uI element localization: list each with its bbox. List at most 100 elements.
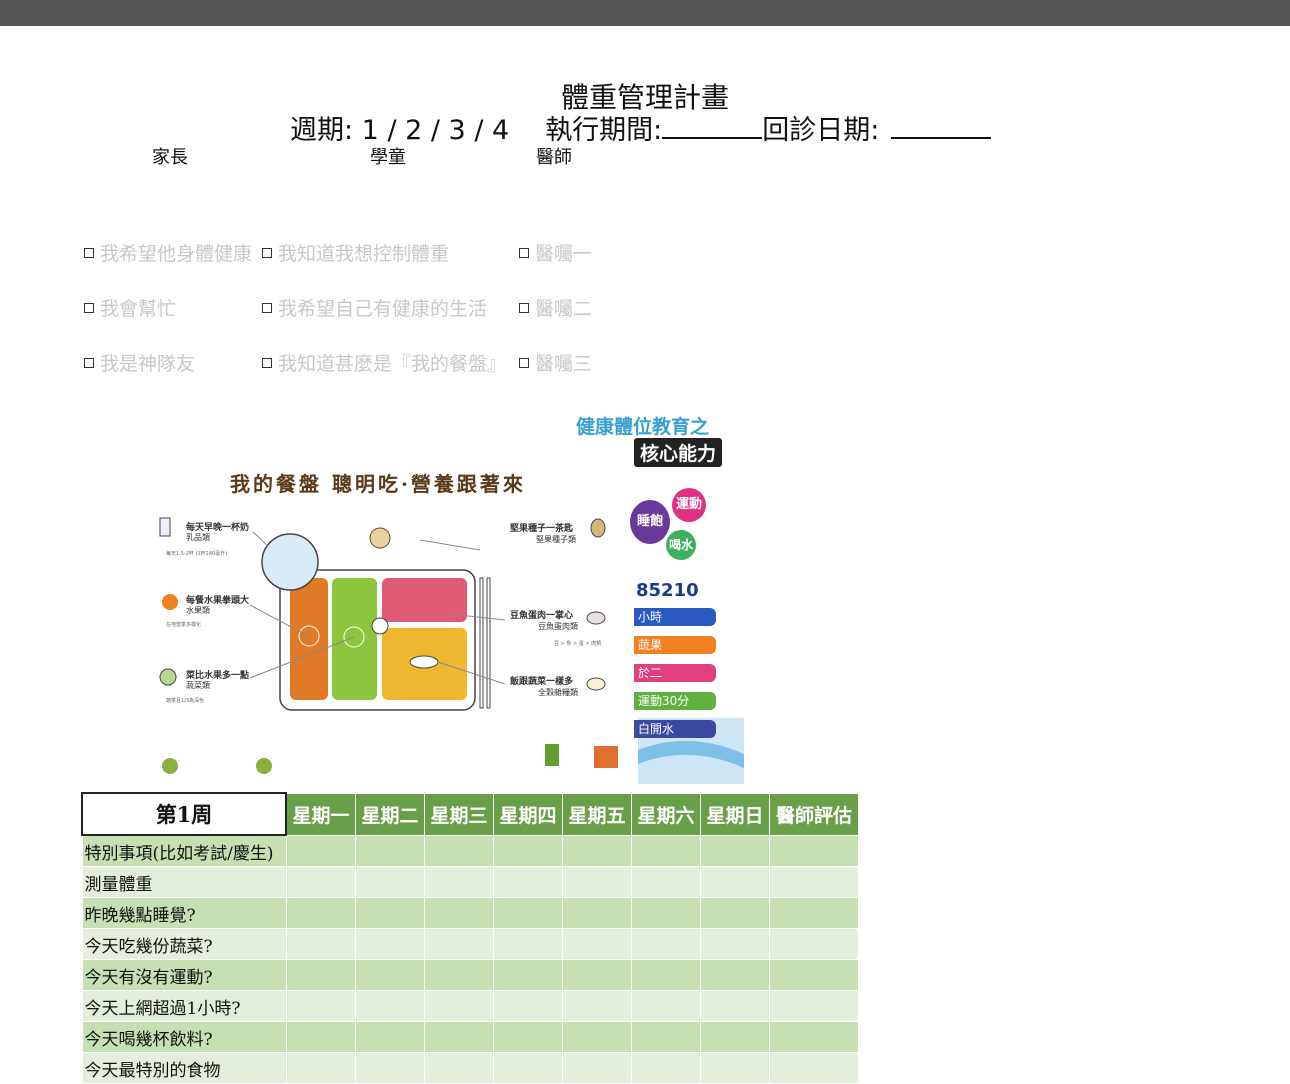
table-cell[interactable] [285, 959, 356, 991]
table-row: 今天喝幾杯飲料? [81, 1021, 859, 1053]
table-cell[interactable] [769, 834, 859, 867]
checkbox-label: 我會幫忙 [100, 298, 177, 320]
checkbox-child-2[interactable]: 我希望自己有健康的生活 [262, 294, 487, 321]
table-cell[interactable] [493, 834, 563, 867]
table-cell[interactable] [769, 1052, 859, 1084]
table-cell[interactable] [424, 897, 494, 929]
plate-center [371, 617, 389, 635]
table-cell[interactable] [631, 897, 701, 929]
table-cell[interactable] [424, 1021, 494, 1053]
my-plate-poster: 我的餐盤 聰明吃·營養跟著來 每天早晚一杯奶 乳品類 每天1.5-2杯 (1杯2… [150, 400, 750, 790]
table-cell[interactable] [700, 990, 770, 1022]
table-cell[interactable] [285, 990, 356, 1022]
checkbox-box [519, 358, 529, 368]
table-cell[interactable] [700, 834, 770, 867]
table-cell[interactable] [769, 990, 859, 1022]
table-cell[interactable] [285, 834, 356, 867]
row-label: 昨晚幾點睡覺? [81, 897, 287, 929]
column-header: 星期日 [700, 792, 770, 836]
table-cell[interactable] [355, 866, 425, 898]
checkbox-parent-2[interactable]: 我會幫忙 [84, 294, 176, 321]
checkbox-doctor-1[interactable]: 醫囑一 [519, 239, 592, 266]
table-cell[interactable] [631, 1052, 701, 1084]
role-doctor: 醫師 [536, 147, 572, 168]
table-cell[interactable] [493, 897, 563, 929]
table-cell[interactable] [769, 897, 859, 929]
row-label: 今天有沒有運動? [81, 959, 287, 991]
column-header: 醫師評估 [769, 792, 859, 836]
milk-note: 每天1.5-2杯 (1杯240毫升) [166, 551, 228, 557]
side-bar-exercise: 運動30分 [634, 692, 716, 710]
nut-side-icon [590, 518, 606, 538]
checkbox-parent-3[interactable]: 我是神隊友 [84, 349, 195, 376]
column-header: 星期三 [424, 792, 494, 836]
table-cell[interactable] [355, 959, 425, 991]
table-cell[interactable] [769, 959, 859, 991]
table-cell[interactable] [700, 928, 770, 960]
table-cell[interactable] [700, 1021, 770, 1053]
table-cell[interactable] [631, 990, 701, 1022]
table-cell[interactable] [285, 1052, 356, 1084]
checkbox-parent-1[interactable]: 我希望他身體健康 [84, 239, 252, 266]
table-cell[interactable] [562, 990, 632, 1022]
table-cell[interactable] [493, 1052, 563, 1084]
period-blank[interactable] [662, 115, 763, 139]
table-cell[interactable] [355, 928, 425, 960]
table-cell[interactable] [493, 866, 563, 898]
table-cell[interactable] [355, 834, 425, 867]
table-cell[interactable] [285, 1021, 356, 1053]
nut-icon [369, 527, 391, 549]
table-cell[interactable] [285, 866, 356, 898]
table-cell[interactable] [769, 928, 859, 960]
table-cell[interactable] [424, 866, 494, 898]
table-cell[interactable] [562, 928, 632, 960]
table-cell[interactable] [424, 1052, 494, 1084]
table-cell[interactable] [700, 897, 770, 929]
checkbox-box [84, 248, 94, 258]
nut-heading: 堅果種子一茶匙 [510, 524, 574, 534]
table-cell[interactable] [285, 897, 356, 929]
table-cell[interactable] [493, 928, 563, 960]
table-cell[interactable] [562, 897, 632, 929]
table-cell[interactable] [562, 834, 632, 867]
table-cell[interactable] [424, 959, 494, 991]
table-cell[interactable] [562, 959, 632, 991]
table-cell[interactable] [631, 928, 701, 960]
table-cell[interactable] [769, 1021, 859, 1053]
revisit-label: 回診日期: [762, 115, 880, 146]
glass-icon [159, 517, 171, 537]
table-cell[interactable] [424, 834, 494, 867]
water-circle: 喝水 [666, 530, 696, 560]
table-cell[interactable] [562, 1021, 632, 1053]
table-cell[interactable] [631, 866, 701, 898]
table-cell[interactable] [355, 897, 425, 929]
checkbox-doctor-3[interactable]: 醫囑三 [519, 349, 592, 376]
table-cell[interactable] [493, 1021, 563, 1053]
side-panel-title: 健康體位教育之 [576, 416, 710, 438]
revisit-blank[interactable] [891, 115, 992, 139]
table-cell[interactable] [355, 990, 425, 1022]
checkbox-child-1[interactable]: 我知道我想控制體重 [262, 239, 449, 266]
checkbox-doctor-2[interactable]: 醫囑二 [519, 294, 592, 321]
table-row: 今天最特別的食物 [81, 1052, 859, 1084]
table-cell[interactable] [631, 1021, 701, 1053]
table-cell[interactable] [285, 928, 356, 960]
side-bar-less: 於二 [634, 664, 716, 682]
table-cell[interactable] [562, 1052, 632, 1084]
table-cell[interactable] [424, 928, 494, 960]
table-cell[interactable] [562, 866, 632, 898]
table-cell[interactable] [493, 959, 563, 991]
table-cell[interactable] [700, 1052, 770, 1084]
table-cell[interactable] [355, 1052, 425, 1084]
table-cell[interactable] [493, 990, 563, 1022]
subtitle-line: 週期: 1 / 2 / 3 / 4 執行期間: 回診日期: [290, 108, 992, 147]
table-cell[interactable] [700, 959, 770, 991]
checkbox-child-3[interactable]: 我知道甚麼是『我的餐盤』 [262, 349, 506, 376]
table-cell[interactable] [631, 959, 701, 991]
table-cell[interactable] [631, 834, 701, 867]
table-cell[interactable] [355, 1021, 425, 1053]
side-bar-hours: 小時 [634, 608, 716, 626]
table-cell[interactable] [769, 866, 859, 898]
table-cell[interactable] [424, 990, 494, 1022]
table-cell[interactable] [700, 866, 770, 898]
